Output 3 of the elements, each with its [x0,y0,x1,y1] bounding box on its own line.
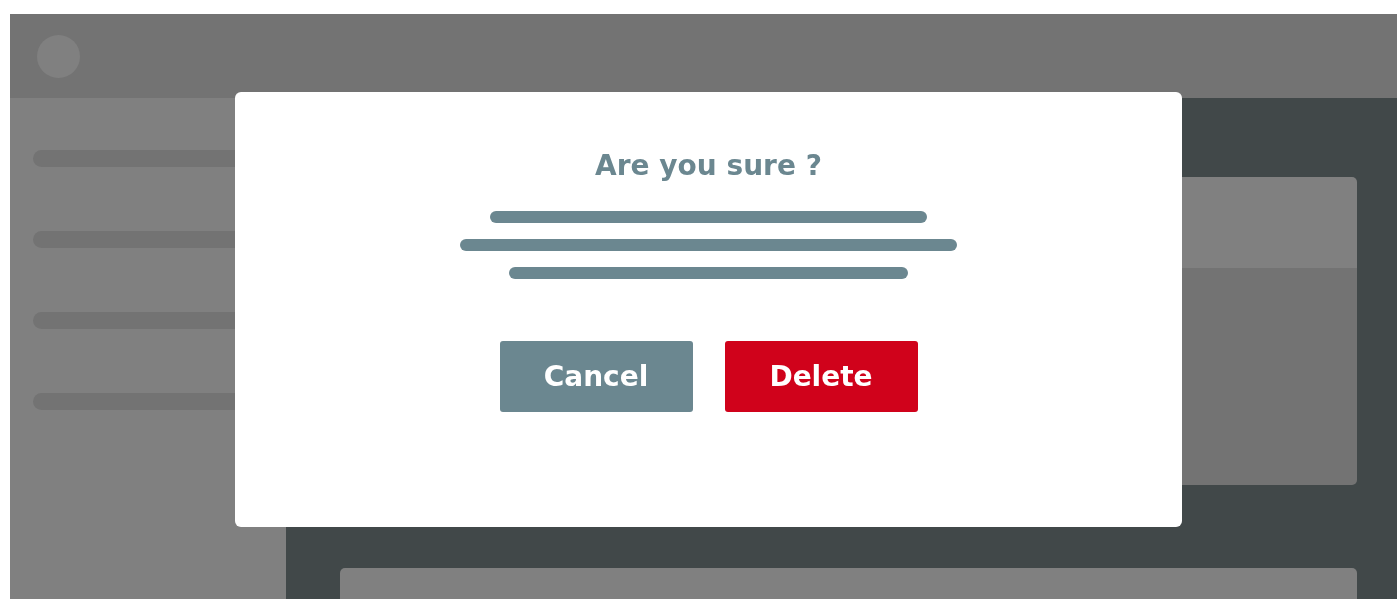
dialog-title: Are you sure ? [595,148,822,184]
delete-button[interactable]: Delete [724,341,918,412]
cancel-button[interactable]: Cancel [499,341,693,412]
